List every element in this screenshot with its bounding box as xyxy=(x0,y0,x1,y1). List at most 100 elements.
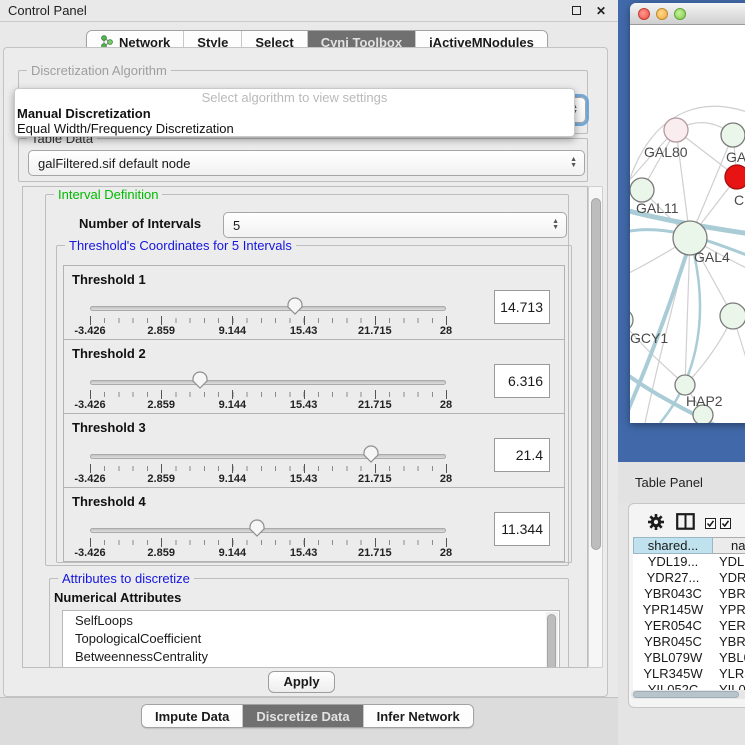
cell-shared-name[interactable]: YBL079W xyxy=(633,650,713,666)
cell-shared-name[interactable]: YDR27... xyxy=(633,570,713,586)
tab-infer-label: Infer Network xyxy=(377,709,460,724)
tick-label: 28 xyxy=(440,399,452,411)
threshold-value-field[interactable]: 11.344 xyxy=(494,512,550,546)
threshold-label: Threshold 4 xyxy=(72,494,146,509)
vertical-scrollbar-thumb[interactable] xyxy=(591,198,601,550)
cell-shared-name[interactable]: YLR345W xyxy=(633,666,713,682)
threshold-slider-thumb[interactable] xyxy=(361,444,381,464)
node-red-selected[interactable] xyxy=(725,165,745,189)
dropdown-prompt-item[interactable]: Select algorithm to view settings xyxy=(15,90,574,105)
node-pink[interactable] xyxy=(664,118,688,142)
numerical-attributes-list[interactable]: SelfLoops TopologicalCoefficient Between… xyxy=(62,610,560,668)
table-row[interactable]: YPR145W YPR1 xyxy=(633,602,745,618)
table-row[interactable]: YBR043C YBR0 xyxy=(633,586,745,602)
list-item-topologicalcoefficient[interactable]: TopologicalCoefficient xyxy=(63,629,559,647)
node-gcy1[interactable] xyxy=(630,309,633,331)
threshold-value-field[interactable]: 6.316 xyxy=(494,364,550,398)
tab-impute-label: Impute Data xyxy=(155,709,229,724)
tick-label: 15.43 xyxy=(290,547,318,559)
table-row[interactable]: YER054C YER0 xyxy=(633,618,745,634)
dropdown-item-equal-width-frequency[interactable]: Equal Width/Frequency Discretization xyxy=(17,121,234,136)
threshold-slider-track[interactable] xyxy=(90,306,446,311)
label-gal11: GAL11 xyxy=(636,200,679,216)
cell-name[interactable]: YBR0 xyxy=(713,586,745,602)
float-window-icon[interactable] xyxy=(570,4,584,18)
threshold-slider-thumb[interactable] xyxy=(285,296,305,316)
list-item-selfloops[interactable]: SelfLoops xyxy=(63,611,559,629)
list-item-betweennesscentrality[interactable]: BetweennessCentrality xyxy=(63,647,559,665)
cell-name[interactable]: YLR3 xyxy=(713,666,745,682)
threshold-value-field[interactable]: 21.4 xyxy=(494,438,550,472)
node-attribute-table[interactable]: shared... na YDL19... YDL1YDR27... YDR2Y… xyxy=(633,537,745,698)
table-row[interactable]: YBL079W YBL0 xyxy=(633,650,745,666)
network-canvas[interactable]: GAL80 GA C GAL11 GAL4 GCY1 H HAP2 xyxy=(630,25,745,423)
cell-name[interactable]: YER0 xyxy=(713,618,745,634)
node-green-top[interactable] xyxy=(721,123,745,147)
minimize-traffic-light-icon[interactable] xyxy=(656,8,668,20)
number-of-intervals-combobox[interactable]: 5 ▲▼ xyxy=(223,212,567,238)
cell-shared-name[interactable]: YPR145W xyxy=(633,602,713,618)
threshold-3-panel: Threshold 3 -3.4262.8599.14415.4321.7152… xyxy=(63,413,565,488)
tab-infer-network[interactable]: Infer Network xyxy=(364,705,473,727)
gear-icon[interactable] xyxy=(647,513,665,531)
dropdown-item-manual-discretization[interactable]: Manual Discretization xyxy=(17,106,151,121)
threshold-slider-track[interactable] xyxy=(90,454,446,459)
cell-name[interactable]: YDL1 xyxy=(713,554,745,570)
threshold-label: Threshold 3 xyxy=(72,420,146,435)
tick-label: 9.144 xyxy=(219,547,247,559)
cell-name[interactable]: YBL0 xyxy=(713,650,745,666)
cell-shared-name[interactable]: YER054C xyxy=(633,618,713,634)
cell-shared-name[interactable]: YBR043C xyxy=(633,586,713,602)
threshold-slider-thumb[interactable] xyxy=(190,370,210,390)
cell-name[interactable]: YBR0 xyxy=(713,634,745,650)
close-icon[interactable]: ✕ xyxy=(594,4,608,18)
tick-label: 15.43 xyxy=(290,399,318,411)
tick-label: 21.715 xyxy=(358,399,392,411)
table-row[interactable]: YDR27... YDR2 xyxy=(633,570,745,586)
cell-name[interactable]: YPR1 xyxy=(713,602,745,618)
column-header-name[interactable]: na xyxy=(713,537,745,554)
checked-checkbox-icon[interactable] xyxy=(705,518,716,529)
split-columns-icon[interactable] xyxy=(676,513,695,530)
node-right-mid[interactable] xyxy=(720,303,745,329)
zoom-traffic-light-icon[interactable] xyxy=(674,8,686,20)
tick-label: 2.859 xyxy=(147,547,175,559)
threshold-slider-thumb[interactable] xyxy=(247,518,267,538)
number-of-intervals-label: Number of Intervals xyxy=(79,216,201,231)
horizontal-scrollbar-thumb[interactable] xyxy=(633,691,739,698)
control-panel: Control Panel ✕ Network Style Select Cyn… xyxy=(0,0,618,745)
table-horizontal-scrollbar[interactable] xyxy=(631,690,745,699)
attributes-list-scrollbar[interactable] xyxy=(546,612,558,668)
column-visibility-icons[interactable] xyxy=(705,518,731,529)
threshold-slider-track[interactable] xyxy=(90,528,446,533)
threshold-value-field[interactable]: 14.713 xyxy=(494,290,550,324)
label-ga-cut: GA xyxy=(726,149,745,165)
table-row[interactable]: YDL19... YDL1 xyxy=(633,554,745,570)
node-hap2[interactable] xyxy=(675,375,695,395)
tab-impute-data[interactable]: Impute Data xyxy=(142,705,243,727)
label-gal80: GAL80 xyxy=(644,144,688,160)
table-row[interactable]: YLR345W YLR3 xyxy=(633,666,745,682)
close-traffic-light-icon[interactable] xyxy=(638,8,650,20)
vertical-scrollbar[interactable] xyxy=(588,186,603,668)
checked-checkbox-icon[interactable] xyxy=(720,518,731,529)
threshold-label: Threshold 1 xyxy=(72,272,146,287)
number-of-intervals-value: 5 xyxy=(233,218,240,233)
slider-tick-labels: -3.4262.8599.14415.4321.71528 xyxy=(90,399,446,412)
tick-label: 2.859 xyxy=(147,399,175,411)
table-data-combobox[interactable]: galFiltered.sif default node ▲▼ xyxy=(28,150,585,176)
cell-name[interactable]: YDR2 xyxy=(713,570,745,586)
threshold-4-panel: Threshold 4 -3.4262.8599.14415.4321.7152… xyxy=(63,487,565,562)
cell-shared-name[interactable]: YBR045C xyxy=(633,634,713,650)
network-window-titlebar[interactable] xyxy=(630,3,745,25)
thresholds-coordinates-title: Threshold's Coordinates for 5 Intervals xyxy=(65,238,296,253)
network-view-window[interactable]: GAL80 GA C GAL11 GAL4 GCY1 H HAP2 xyxy=(630,3,745,423)
node-gal11[interactable] xyxy=(630,178,654,202)
threshold-slider-track[interactable] xyxy=(90,380,446,385)
table-row[interactable]: YBR045C YBR0 xyxy=(633,634,745,650)
threshold-2-panel: Threshold 2 -3.4262.8599.14415.4321.7152… xyxy=(63,339,565,414)
column-header-shared-name[interactable]: shared... xyxy=(633,537,713,554)
cell-shared-name[interactable]: YDL19... xyxy=(633,554,713,570)
apply-button[interactable]: Apply xyxy=(268,671,335,693)
tab-discretize-data[interactable]: Discretize Data xyxy=(243,705,363,727)
